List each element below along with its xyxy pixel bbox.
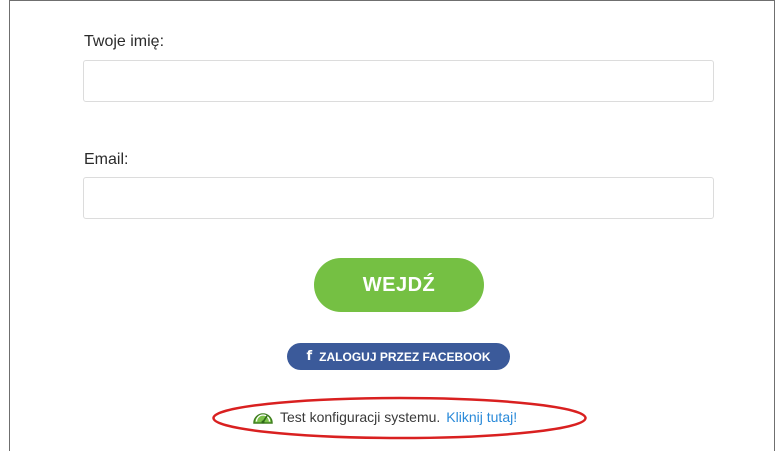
enter-button[interactable]: WEJDŹ xyxy=(314,258,484,312)
name-label: Twoje imię: xyxy=(84,33,165,50)
email-input[interactable] xyxy=(83,177,714,219)
system-test-text: Test konfiguracji systemu. xyxy=(280,409,441,425)
facebook-login-button[interactable]: f ZALOGUJ PRZEZ FACEBOOK xyxy=(287,343,510,370)
enter-button-label: WEJDŹ xyxy=(362,273,436,296)
system-test-link[interactable]: Kliknij tutaj! xyxy=(446,409,517,425)
name-input[interactable] xyxy=(83,60,714,102)
speedometer-icon xyxy=(253,413,273,424)
system-test-row: Test konfiguracji systemu. Kliknij tutaj… xyxy=(252,407,517,427)
facebook-icon: f xyxy=(306,349,313,364)
facebook-login-label: ZALOGUJ PRZEZ FACEBOOK xyxy=(319,349,491,364)
email-label: Email: xyxy=(84,151,129,168)
